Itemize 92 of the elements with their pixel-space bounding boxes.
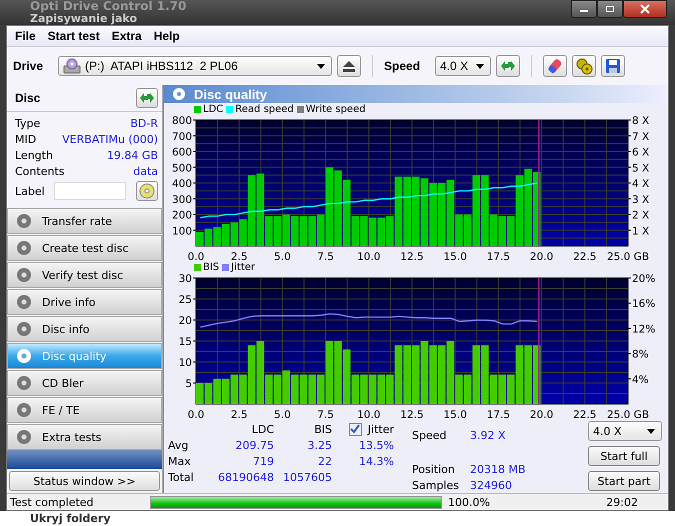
field-label: Label [15,184,45,198]
axis-label: 10 [178,357,192,369]
axis-label: 20.0 [530,409,554,419]
field-value: VERBATIMu (000) [62,132,158,146]
axis-label: 10.0 [357,251,380,261]
reading-label: Speed [412,428,448,442]
table-cell-text: 68190648 [217,470,274,484]
axis-label: 600 [172,146,192,158]
axis-label: 300 [172,194,192,206]
table-cell-text: 1057605 [282,470,332,484]
axis-label: 20 [178,315,192,327]
axis-label: 700 [172,130,192,143]
axis-label: 2 X [632,210,650,222]
table-cell-text: 719 [252,454,274,468]
axis-label: 2.5 [230,251,248,261]
axis-label: 3 X [632,194,650,206]
legend-label: Write speed [306,104,366,114]
speed-label: Speed [384,59,420,73]
axis-label: 15.0 [444,251,467,261]
axis-label: 20.0 [530,251,554,261]
axis-label: 4% [632,374,649,386]
reading-value: 20318 MB [470,462,527,476]
field-label: Length [15,148,53,162]
disc-title: Disc [15,91,40,105]
row-label: Avg [168,438,190,452]
axis-label: 1 X [632,225,650,238]
column-header: BIS [313,422,332,436]
axis-label: 4 X [632,178,650,190]
axis-label: 15 [178,336,192,348]
axis-label: 17.5 [486,409,510,419]
jitter-label: Jitter [368,422,394,436]
axis-label: 25.0 GB [606,409,650,419]
axis-label: 10.0 [357,409,380,419]
axis-label: 0.0 [188,409,204,419]
field-value: BD-R [130,116,158,130]
table-cell-text: 3.25 [306,438,332,452]
row-label: Max [168,454,192,468]
legend-label: Jitter [231,262,256,272]
axis-label: 8% [632,348,649,361]
field-label: MID [15,132,36,146]
axis-label: 12% [632,323,656,336]
axis-label: 800 [172,115,192,127]
status-message: Test completed [9,496,95,508]
reading-value: 324960 [470,478,513,492]
field-label: Contents [15,164,64,178]
axis-label: 25.0 GB [606,251,650,261]
axis-label: 100 [172,225,192,238]
reading-label: Position [412,462,456,476]
legend-label: Read speed [235,104,294,114]
axis-label: 15.0 [444,409,467,419]
window-title: Opti Drive Control 1.70 [30,0,186,13]
reading-label: Samples [412,478,460,492]
legend-label: BIS [203,262,220,272]
axis-label: 500 [172,162,192,174]
axis-label: 6 X [632,146,650,158]
axis-label: 5 X [632,162,650,174]
axis-label: 400 [172,178,192,190]
column-header: LDC [250,422,274,436]
axis-label: 5 [185,378,192,390]
table-cell-text: 22 [317,454,332,468]
background-window-title: Zapisywanie jako [30,13,138,25]
axis-label: 5.0 [274,251,291,261]
axis-label: 12.5 [400,409,424,419]
row-label: Total [168,470,195,484]
axis-label: 0.0 [188,251,204,261]
axis-label: 8 X [632,115,650,127]
progress-percent: 100.0% [447,496,491,508]
axis-label: 7 X [632,130,650,143]
elapsed-time: 29:02 [605,496,639,508]
axis-label: 12.5 [400,251,424,261]
axis-label: 25 [178,294,192,306]
reading-value: 3.92 X [470,428,507,442]
field-value: data [133,164,158,178]
axis-label: 22.5 [573,409,596,419]
axis-label: 7.5 [317,251,334,261]
table-cell: 13.5% [359,438,394,452]
axis-label: 17.5 [486,251,510,261]
drive-label: Drive [13,59,44,73]
axis-label: 2.5 [230,409,248,419]
table-cell: 14.3% [359,454,394,468]
axis-label: 7.5 [317,409,334,419]
axis-label: 5.0 [274,409,291,419]
axis-label: 20% [632,273,656,285]
table-cell-text: 209.75 [234,438,274,452]
field-value: 19.84 GB [106,148,158,162]
panel-title: Disc quality [194,86,267,102]
axis-label: 22.5 [573,251,596,261]
axis-label: 30 [178,273,192,285]
axis-label: 200 [172,210,192,222]
legend-label: LDC [203,104,224,114]
field-label: Type [15,116,40,130]
axis-label: 16% [632,298,656,310]
